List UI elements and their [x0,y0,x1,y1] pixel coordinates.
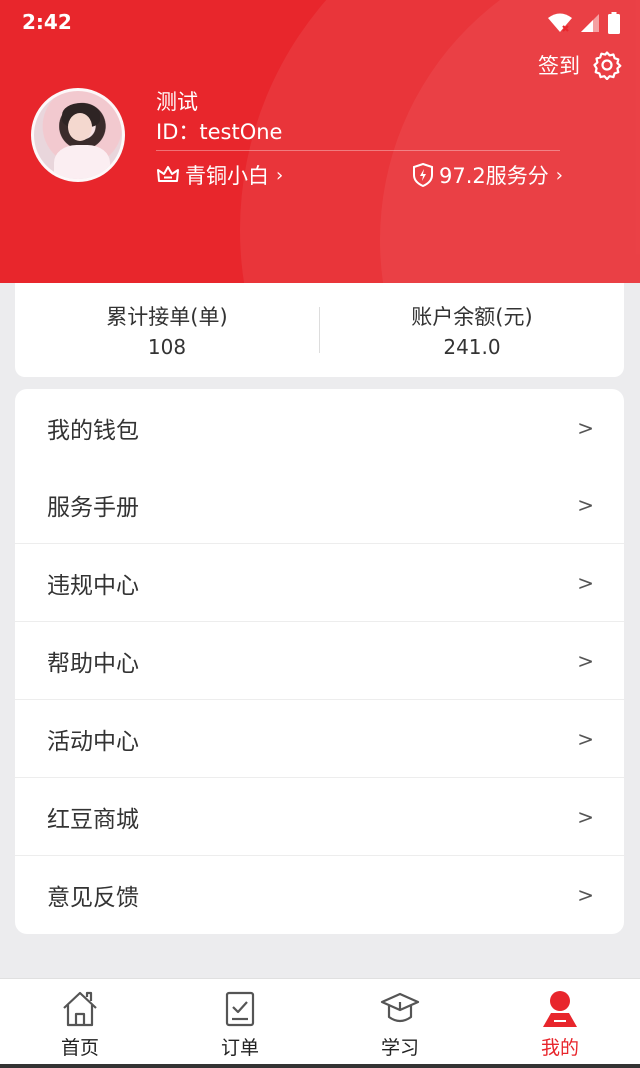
avatar-photo-part [68,113,92,141]
level-link[interactable]: 青铜小白 › [156,160,283,190]
status-time: 2:42 [22,10,72,34]
tab-learning[interactable]: 学习 [320,979,480,1068]
balance-label: 账户余额(元) [411,305,533,329]
chevron-right-icon: > [577,415,594,440]
menu-item-label: 红豆商城 [47,806,139,833]
signal-icon [581,14,599,32]
stats-card: 累计接单(单) 108 账户余额(元) 241.0 [15,283,624,377]
profile-header: 2:42 签到 测试 ID：testOne 青铜小白 › 97.2服务分 › [0,0,640,283]
home-icon [63,991,97,1027]
header-divider [156,150,560,151]
chevron-right-icon: > [577,883,594,907]
chevron-right-icon: › [555,164,563,186]
status-bar: 2:42 [0,0,640,46]
system-icons [548,12,620,34]
tab-mine[interactable]: 我的 [480,979,640,1068]
chevron-right-icon: > [577,648,594,673]
tab-mine-label: 我的 [540,1037,579,1059]
chevron-right-icon: > [577,492,594,517]
balance-stat[interactable]: 账户余额(元) 241.0 [320,301,624,359]
chevron-right-icon: > [577,726,594,751]
menu-item-service-manual[interactable]: 服务手册 > [15,466,624,544]
menu-item-mall[interactable]: 红豆商城 > [15,778,624,856]
menu-item-label: 帮助中心 [47,650,139,677]
balance-value: 241.0 [443,335,501,359]
order-icon [225,991,255,1027]
menu-item-help-center[interactable]: 帮助中心 > [15,622,624,700]
tab-home[interactable]: 首页 [0,979,160,1068]
chevron-right-icon: > [577,804,594,829]
battery-icon [608,12,620,34]
menu-item-label: 意见反馈 [47,885,139,911]
menu-item-label: 违规中心 [47,572,139,599]
tab-home-label: 首页 [60,1037,99,1059]
user-id: ID：testOne [156,120,283,144]
screen-bottom-edge [0,1064,640,1068]
menu-item-violation-center[interactable]: 违规中心 > [15,544,624,622]
tab-learning-label: 学习 [380,1037,419,1059]
menu-item-label: 活动中心 [47,728,139,755]
user-avatar[interactable] [31,88,125,182]
settings-gear-icon[interactable] [592,50,622,80]
profile-icon [543,991,577,1027]
menu-item-label: 我的钱包 [47,417,139,444]
orders-stat[interactable]: 累计接单(单) 108 [15,301,319,359]
wifi-icon [548,13,572,32]
orders-label: 累计接单(单) [106,305,228,329]
chevron-right-icon: > [577,570,594,595]
user-name: 测试 [156,90,198,114]
checkin-button[interactable]: 签到 [538,50,580,80]
shield-icon [413,163,433,187]
graduation-cap-icon [380,992,420,1023]
menu-list: 我的钱包 > 服务手册 > 违规中心 > 帮助中心 > 活动中心 > 红豆商城 … [15,389,624,934]
header-actions: 签到 [538,50,622,80]
menu-item-activity-center[interactable]: 活动中心 > [15,700,624,778]
orders-value: 108 [147,335,187,359]
bottom-nav: 首页 订单 学习 我的 [0,978,640,1068]
chevron-right-icon: › [276,164,284,186]
level-label: 青铜小白 [185,164,269,188]
menu-item-feedback[interactable]: 意见反馈 > [15,856,624,934]
service-score-link[interactable]: 97.2服务分 › [412,160,563,190]
tab-orders[interactable]: 订单 [160,979,320,1068]
menu-item-wallet[interactable]: 我的钱包 > [15,389,624,466]
avatar-photo-part [54,145,110,179]
service-score-label: 97.2服务分 [439,164,549,188]
tab-orders-label: 订单 [220,1037,259,1059]
crown-icon [157,166,179,182]
menu-item-label: 服务手册 [47,494,139,521]
